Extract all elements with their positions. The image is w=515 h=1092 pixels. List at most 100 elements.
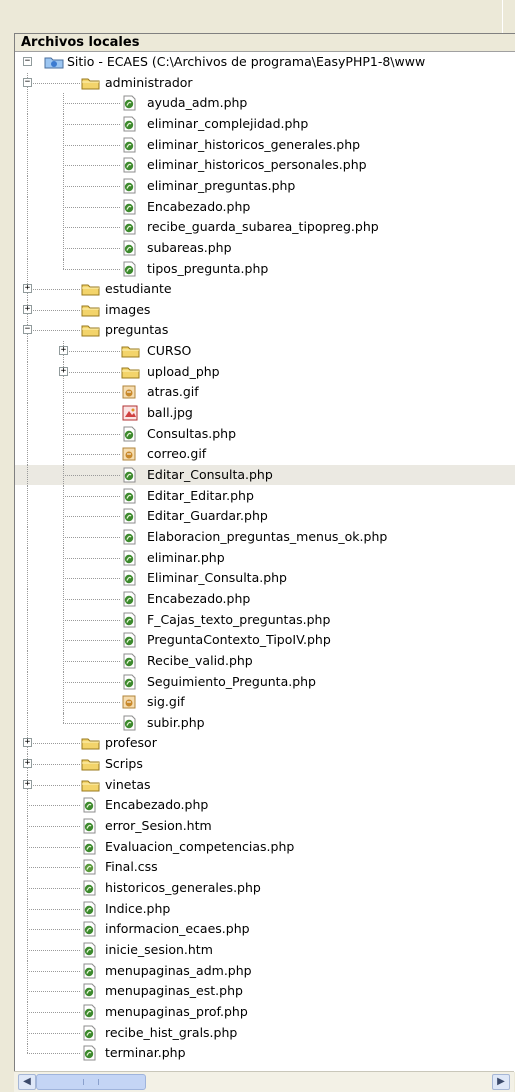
expand-toggle[interactable]: + xyxy=(59,366,68,376)
tree-file-row[interactable]: Encabezado.php xyxy=(15,795,515,817)
tree-file-row[interactable]: terminar.php xyxy=(15,1043,515,1063)
tree-item-label: PreguntaContexto_TipoIV.php xyxy=(147,632,331,648)
tree-folder-row[interactable]: − Sitio - ECAES (C:\Archivos de programa\… xyxy=(15,52,515,72)
php-file-icon xyxy=(121,261,137,280)
tree-connector-line xyxy=(63,578,120,580)
tree-file-row[interactable]: informacion_ecaes.php xyxy=(15,919,515,941)
tree-folder-row[interactable]: − preguntas xyxy=(15,320,515,342)
tree-connector-line xyxy=(27,743,80,745)
tree-item-label: Scrips xyxy=(105,756,143,772)
expand-toggle[interactable]: + xyxy=(59,346,68,356)
scroll-right-button[interactable]: ▶ xyxy=(492,1074,510,1090)
tree-file-row[interactable]: subir.php xyxy=(15,712,515,734)
tree-file-row[interactable]: tipos_pregunta.php xyxy=(15,258,515,280)
collapse-toggle[interactable]: − xyxy=(23,77,32,87)
php-file-icon xyxy=(121,632,137,651)
tree-file-row[interactable]: menupaginas_est.php xyxy=(15,981,515,1003)
tree-file-row[interactable]: historicos_generales.php xyxy=(15,878,515,899)
tree-file-row[interactable]: eliminar_preguntas.php xyxy=(15,175,515,197)
tree-item-label: atras.gif xyxy=(147,384,199,400)
tree-guide-line xyxy=(27,526,28,548)
tree-file-row[interactable]: Elaboracion_preguntas_menus_ok.php xyxy=(15,526,515,548)
tree-guide-line xyxy=(27,403,28,425)
tree-file-row[interactable]: eliminar_complejidad.php xyxy=(15,113,515,135)
tree-connector-line xyxy=(27,846,80,848)
tree-item-label: inicie_sesion.htm xyxy=(105,941,213,957)
tree-item-label: Encabezado.php xyxy=(147,590,251,606)
tree-connector-line xyxy=(63,660,120,662)
php-file-icon xyxy=(81,901,97,920)
tree-folder-row[interactable]: + upload_php xyxy=(15,361,515,383)
tree-item-label: recibe_guarda_subarea_tipopreg.php xyxy=(147,219,379,235)
scroll-thumb[interactable] xyxy=(36,1074,146,1090)
tree-connector-line xyxy=(27,784,80,786)
tree-connector-line xyxy=(63,640,120,642)
expand-toggle[interactable]: + xyxy=(23,759,32,769)
expand-toggle[interactable]: + xyxy=(23,304,32,314)
folder-icon xyxy=(81,756,101,775)
tree-file-row[interactable]: Encabezado.php xyxy=(15,196,515,218)
tree-item-label: upload_php xyxy=(147,363,220,379)
collapse-toggle[interactable]: − xyxy=(23,325,32,335)
tree-folder-row[interactable]: − administrador xyxy=(15,72,515,94)
tree-folder-row[interactable]: + profesor xyxy=(15,733,515,755)
tree-file-row[interactable]: ayuda_adm.php xyxy=(15,93,515,115)
tree-file-row[interactable]: correo.gif xyxy=(15,444,515,466)
tree-file-row[interactable]: Editar_Editar.php xyxy=(15,485,515,507)
tree-guide-line xyxy=(63,258,64,269)
tree-file-row[interactable]: Editar_Guardar.php xyxy=(15,506,515,528)
arrow-right-icon: ▶ xyxy=(497,1076,505,1087)
tree-folder-row[interactable]: + estudiante xyxy=(15,279,515,301)
tree-file-row[interactable]: eliminar_historicos_personales.php xyxy=(15,155,515,177)
tree-file-row[interactable]: menupaginas_adm.php xyxy=(15,960,515,982)
tree-folder-row[interactable]: + Scrips xyxy=(15,754,515,776)
expand-toggle[interactable]: + xyxy=(23,284,32,294)
tree-guide-line xyxy=(27,712,28,734)
tree-file-row[interactable]: sig.gif xyxy=(15,692,515,714)
folder-icon xyxy=(81,322,101,341)
tree-file-row[interactable]: subareas.php xyxy=(15,237,515,259)
tree-file-row[interactable]: atras.gif xyxy=(15,382,515,404)
folder-icon xyxy=(81,75,101,94)
tree-file-row[interactable]: Consultas.php xyxy=(15,423,515,445)
tree-file-row[interactable]: Indice.php xyxy=(15,898,515,920)
tree-file-row[interactable]: menupaginas_prof.php xyxy=(15,1001,515,1023)
tree-file-row[interactable]: Recibe_valid.php xyxy=(15,650,515,672)
tree-guide-line xyxy=(63,712,64,723)
tree-file-row[interactable]: error_Sesion.htm xyxy=(15,816,515,838)
collapse-toggle[interactable]: − xyxy=(23,57,32,66)
tree-file-row[interactable]: Evaluacion_competencias.php xyxy=(15,836,515,858)
tree-file-row[interactable]: Editar_Consulta.php xyxy=(15,465,515,486)
tree-file-row[interactable]: Final.css xyxy=(15,857,515,879)
tree-file-row[interactable]: inicie_sesion.htm xyxy=(15,939,515,961)
folder-icon xyxy=(81,281,101,300)
tree-item-label: ball.jpg xyxy=(147,405,193,421)
tree-file-row[interactable]: recibe_guarda_subarea_tipopreg.php xyxy=(15,217,515,239)
php-file-icon xyxy=(81,1004,97,1023)
tree-file-row[interactable]: eliminar_historicos_generales.php xyxy=(15,134,515,156)
tree-file-row[interactable]: recibe_hist_grals.php xyxy=(15,1022,515,1044)
tree-guide-line xyxy=(27,423,28,445)
gif-file-icon xyxy=(121,694,137,713)
horizontal-scrollbar[interactable]: ◀ ▶ xyxy=(14,1071,514,1092)
tree-folder-row[interactable]: + CURSO xyxy=(15,341,515,363)
tree-file-row[interactable]: F_Cajas_texto_preguntas.php xyxy=(15,609,515,631)
file-tree[interactable]: − Sitio - ECAES (C:\Archivos de programa\… xyxy=(15,52,515,1072)
tree-file-row[interactable]: Eliminar_Consulta.php xyxy=(15,568,515,590)
tree-item-label: eliminar.php xyxy=(147,549,225,565)
tree-connector-line xyxy=(27,764,80,766)
tree-file-row[interactable]: PreguntaContexto_TipoIV.php xyxy=(15,630,515,652)
tree-file-row[interactable]: Encabezado.php xyxy=(15,588,515,610)
tree-file-row[interactable]: Seguimiento_Pregunta.php xyxy=(15,671,515,693)
folder-icon xyxy=(81,302,101,321)
tree-connector-line xyxy=(63,702,120,704)
tree-file-row[interactable]: ball.jpg xyxy=(15,403,515,425)
tree-file-row[interactable]: eliminar.php xyxy=(15,547,515,569)
expand-toggle[interactable]: + xyxy=(23,738,32,748)
tree-folder-row[interactable]: + images xyxy=(15,299,515,321)
scroll-left-button[interactable]: ◀ xyxy=(18,1074,36,1090)
tree-folder-row[interactable]: + vinetas xyxy=(15,774,515,796)
tree-connector-line xyxy=(63,619,120,621)
php-file-icon xyxy=(81,1045,97,1064)
expand-toggle[interactable]: + xyxy=(23,779,32,789)
